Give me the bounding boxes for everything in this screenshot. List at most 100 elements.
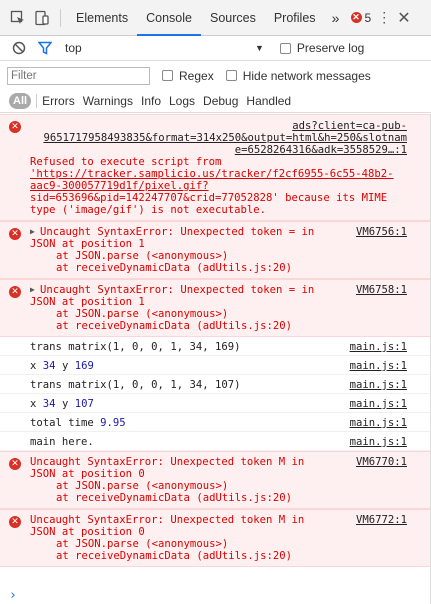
message-text: JSON at position 1 (30, 238, 145, 250)
message-source-link[interactable]: VM6772:1 (356, 514, 407, 526)
message-text: Uncaught SyntaxError: Unexpected token M… (30, 514, 305, 526)
error-icon: ✕ (9, 286, 21, 298)
message-source-link[interactable]: main.js:1 (350, 417, 407, 429)
message-source-link[interactable]: VM6758:1 (356, 284, 407, 296)
stack-frame[interactable]: at receiveDynamicData (adUtils.js:20) (30, 262, 407, 274)
message-text: Uncaught SyntaxError: Unexpected token =… (40, 284, 315, 296)
clear-console-icon[interactable] (9, 38, 29, 58)
stack-frame: at JSON.parse (<anonymous>) (56, 250, 229, 262)
message-source-link[interactable]: ads?client=ca-pub- (30, 120, 407, 132)
error-icon: ✕ (9, 458, 21, 470)
message-source-link[interactable]: main.js:1 (350, 341, 407, 353)
level-logs[interactable]: Logs (169, 94, 195, 108)
preserve-log-checkbox[interactable] (279, 42, 291, 54)
context-value: top (65, 41, 82, 55)
console-log-message: main.js:1 total time 9.95 (0, 413, 431, 432)
message-source-link[interactable]: main.js:1 (350, 360, 407, 372)
level-errors[interactable]: Errors (42, 94, 75, 108)
message-source-link[interactable]: main.js:1 (350, 436, 407, 448)
message-source-link[interactable]: VM6756:1 (356, 226, 407, 238)
expand-triangle-icon[interactable]: ▶ (30, 284, 35, 296)
inspect-element-icon[interactable] (8, 8, 28, 28)
message-text: Uncaught SyntaxError: Unexpected token =… (40, 226, 315, 238)
tab-elements[interactable]: Elements (67, 0, 137, 36)
hide-network-checkbox[interactable] (225, 70, 237, 81)
message-text: main here. (30, 436, 94, 448)
level-all[interactable]: All (9, 92, 32, 109)
message-text: type ('image/gif') is not executable. (30, 204, 266, 216)
execution-context-select[interactable]: top (65, 41, 255, 55)
hide-network-option[interactable]: Hide network messages (225, 68, 371, 83)
device-toolbar-icon[interactable] (32, 8, 52, 28)
more-tabs-button[interactable]: » (327, 10, 345, 26)
console-log-message: main.js:1 trans matrix(1, 0, 0, 1, 34, 1… (0, 375, 431, 394)
message-number: 169 (74, 360, 94, 372)
message-number: 9.95 (100, 417, 126, 429)
level-info[interactable]: Info (141, 94, 161, 108)
error-icon: ✕ (9, 516, 21, 528)
message-text: JSON at position 0 (30, 468, 145, 480)
stack-frame[interactable]: at receiveDynamicData (adUtils.js:20) (30, 550, 407, 562)
level-warnings[interactable]: Warnings (83, 94, 133, 108)
close-devtools-icon[interactable]: ✕ (397, 8, 410, 28)
message-source-link[interactable]: main.js:1 (350, 398, 407, 410)
message-number: 107 (74, 398, 94, 410)
message-source-link[interactable]: e=6528264316&adk=3558529…:1 (30, 144, 407, 156)
hide-network-label: Hide network messages (242, 68, 371, 83)
filter-input[interactable] (7, 66, 150, 85)
console-prompt[interactable]: › (9, 589, 17, 602)
message-url-link[interactable]: aac9-300057719d1f/pixel.gif? (30, 180, 407, 192)
console-log-message: main.js:1 x 34 y 107 (0, 394, 431, 413)
message-text: total time (30, 417, 94, 429)
console-log-message: main.js:1 main here. (0, 432, 431, 451)
console-messages: ✕ ads?client=ca-pub- 9651717958493835&fo… (0, 114, 431, 604)
console-error-message: ✕ VM6772:1 Uncaught SyntaxError: Unexpec… (0, 509, 431, 567)
stack-frame[interactable]: at receiveDynamicData (adUtils.js:20) (30, 320, 407, 332)
expand-triangle-icon[interactable]: ▶ (30, 226, 35, 238)
chevron-down-icon[interactable]: ▼ (255, 43, 264, 53)
stack-frame: at JSON.parse (<anonymous>) (56, 308, 229, 320)
message-text: JSON at position 1 (30, 296, 145, 308)
message-text: x (30, 398, 37, 410)
preserve-log-label: Preserve log (296, 41, 365, 55)
devtools-tabbar: Elements Console Sources Profiles » ✕ 5 … (0, 0, 431, 36)
message-text: trans matrix(1, 0, 0, 1, 34, 107) (30, 379, 241, 391)
error-icon: ✕ (350, 12, 362, 23)
message-text: trans matrix(1, 0, 0, 1, 34, 169) (30, 341, 241, 353)
message-number: 34 (42, 398, 56, 410)
message-source-link[interactable]: 9651717958493835&format=314x250&output=h… (30, 132, 407, 144)
message-number: 34 (42, 360, 56, 372)
tab-profiles[interactable]: Profiles (265, 0, 325, 36)
tab-console[interactable]: Console (137, 0, 201, 36)
message-text: x (30, 360, 37, 372)
stack-frame: at JSON.parse (<anonymous>) (56, 538, 229, 550)
stack-frame: at JSON.parse (<anonymous>) (56, 480, 229, 492)
message-url-link[interactable]: 'https://tracker.samplicio.us/tracker/f2… (30, 168, 407, 180)
error-count-badge[interactable]: ✕ 5 (350, 10, 372, 25)
message-text: Refused to execute script from (30, 156, 222, 168)
divider (60, 8, 61, 27)
customize-menu-icon[interactable]: ⋮ (377, 9, 391, 26)
message-text: y (61, 360, 69, 372)
regex-label: Regex (179, 68, 214, 83)
error-icon: ✕ (9, 228, 21, 240)
preserve-log-option[interactable]: Preserve log (279, 41, 365, 55)
divider (36, 93, 38, 108)
message-source-link[interactable]: main.js:1 (350, 379, 407, 391)
error-count: 5 (364, 10, 372, 25)
log-levels-bar: All Errors Warnings Info Logs Debug Hand… (0, 89, 431, 113)
console-log-message: main.js:1 trans matrix(1, 0, 0, 1, 34, 1… (0, 337, 431, 356)
regex-option[interactable]: Regex (162, 69, 214, 83)
level-handled[interactable]: Handled (246, 94, 291, 108)
tab-sources[interactable]: Sources (201, 0, 265, 36)
message-source-link[interactable]: VM6770:1 (356, 456, 407, 468)
console-error-message[interactable]: ✕ ▶ VM6758:1 Uncaught SyntaxError: Unexp… (0, 279, 431, 337)
filter-bar: Regex Hide network messages (0, 62, 431, 89)
console-error-message[interactable]: ✕ ▶ VM6756:1 Uncaught SyntaxError: Unexp… (0, 221, 431, 279)
regex-checkbox[interactable] (162, 70, 173, 81)
console-log-message: main.js:1 x 34 y 169 (0, 356, 431, 375)
level-debug[interactable]: Debug (203, 94, 238, 108)
filter-icon[interactable] (35, 38, 55, 58)
message-text: y (61, 398, 69, 410)
stack-frame[interactable]: at receiveDynamicData (adUtils.js:20) (30, 492, 407, 504)
